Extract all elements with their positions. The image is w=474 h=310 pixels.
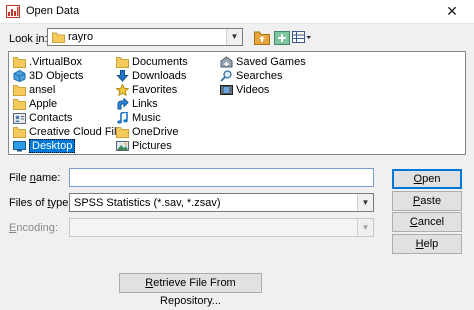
list-item[interactable]: Videos <box>219 83 269 97</box>
file-name-input[interactable] <box>69 168 374 187</box>
saved-games-icon <box>220 56 233 68</box>
look-in-label: Look in: <box>9 33 48 45</box>
chevron-down-icon: ▼ <box>357 219 373 236</box>
cancel-button[interactable]: Cancel <box>392 212 462 232</box>
encoding-label: Encoding: <box>9 222 58 234</box>
file-list[interactable]: .VirtualBox 3D Objects ansel Apple Conta… <box>8 51 466 155</box>
list-item[interactable]: Apple <box>12 97 57 111</box>
folder-icon <box>13 57 26 68</box>
list-item[interactable]: OneDrive <box>115 125 178 139</box>
list-item[interactable]: ansel <box>12 83 55 97</box>
encoding-select: ▼ <box>69 218 374 237</box>
list-item[interactable]: Contacts <box>12 111 72 125</box>
new-folder-icon[interactable] <box>273 29 291 46</box>
look-in-value: rayro <box>68 31 94 43</box>
list-item[interactable]: Pictures <box>115 139 172 153</box>
folder-icon <box>116 127 129 138</box>
list-item[interactable]: Downloads <box>115 69 186 83</box>
files-of-type-select[interactable]: SPSS Statistics (*.sav, *.zsav) ▼ <box>69 193 374 212</box>
list-item[interactable]: Creative Cloud Files <box>12 125 128 139</box>
open-button[interactable]: Open <box>392 169 462 189</box>
searches-icon <box>220 70 232 82</box>
favorites-icon <box>116 84 129 96</box>
list-item[interactable]: Saved Games <box>219 55 306 69</box>
folder-icon <box>13 85 26 96</box>
folder-icon <box>52 32 65 43</box>
3d-objects-icon <box>13 70 26 82</box>
files-of-type-value: SPSS Statistics (*.sav, *.zsav) <box>74 197 221 209</box>
look-in-combo[interactable]: rayro ▼ <box>47 28 243 46</box>
list-item[interactable]: .VirtualBox <box>12 55 82 69</box>
links-icon <box>117 98 129 110</box>
chevron-down-icon[interactable]: ▼ <box>226 29 242 45</box>
files-of-type-label: Files of type: <box>9 197 72 209</box>
list-item[interactable]: Favorites <box>115 83 177 97</box>
list-item[interactable]: Desktop <box>12 139 76 153</box>
up-folder-icon[interactable] <box>253 29 271 46</box>
downloads-icon <box>116 70 129 82</box>
file-name-label: File name: <box>9 172 61 184</box>
desktop-icon <box>13 141 26 152</box>
spss-app-icon <box>6 5 20 18</box>
pictures-icon <box>116 141 129 151</box>
window-title: Open Data <box>26 5 80 17</box>
retrieve-from-repository-button[interactable]: Retrieve File From Repository... <box>119 273 262 307</box>
list-item[interactable]: 3D Objects <box>12 69 83 83</box>
music-icon <box>117 112 128 124</box>
view-menu-icon[interactable] <box>292 29 312 46</box>
list-item[interactable]: Searches <box>219 69 282 83</box>
videos-icon <box>220 85 233 95</box>
help-button[interactable]: Help <box>392 234 462 254</box>
paste-button[interactable]: Paste <box>392 191 462 211</box>
title-bar: Open Data ✕ <box>0 0 474 24</box>
close-button[interactable]: ✕ <box>430 0 474 23</box>
chevron-down-icon[interactable]: ▼ <box>357 194 373 211</box>
folder-icon <box>13 127 26 138</box>
list-item[interactable]: Documents <box>115 55 188 69</box>
folder-icon <box>13 99 26 110</box>
list-item[interactable]: Music <box>115 111 161 125</box>
list-item[interactable]: Links <box>115 97 158 111</box>
folder-icon <box>116 57 129 68</box>
contacts-icon <box>13 113 26 124</box>
close-icon: ✕ <box>446 3 458 19</box>
